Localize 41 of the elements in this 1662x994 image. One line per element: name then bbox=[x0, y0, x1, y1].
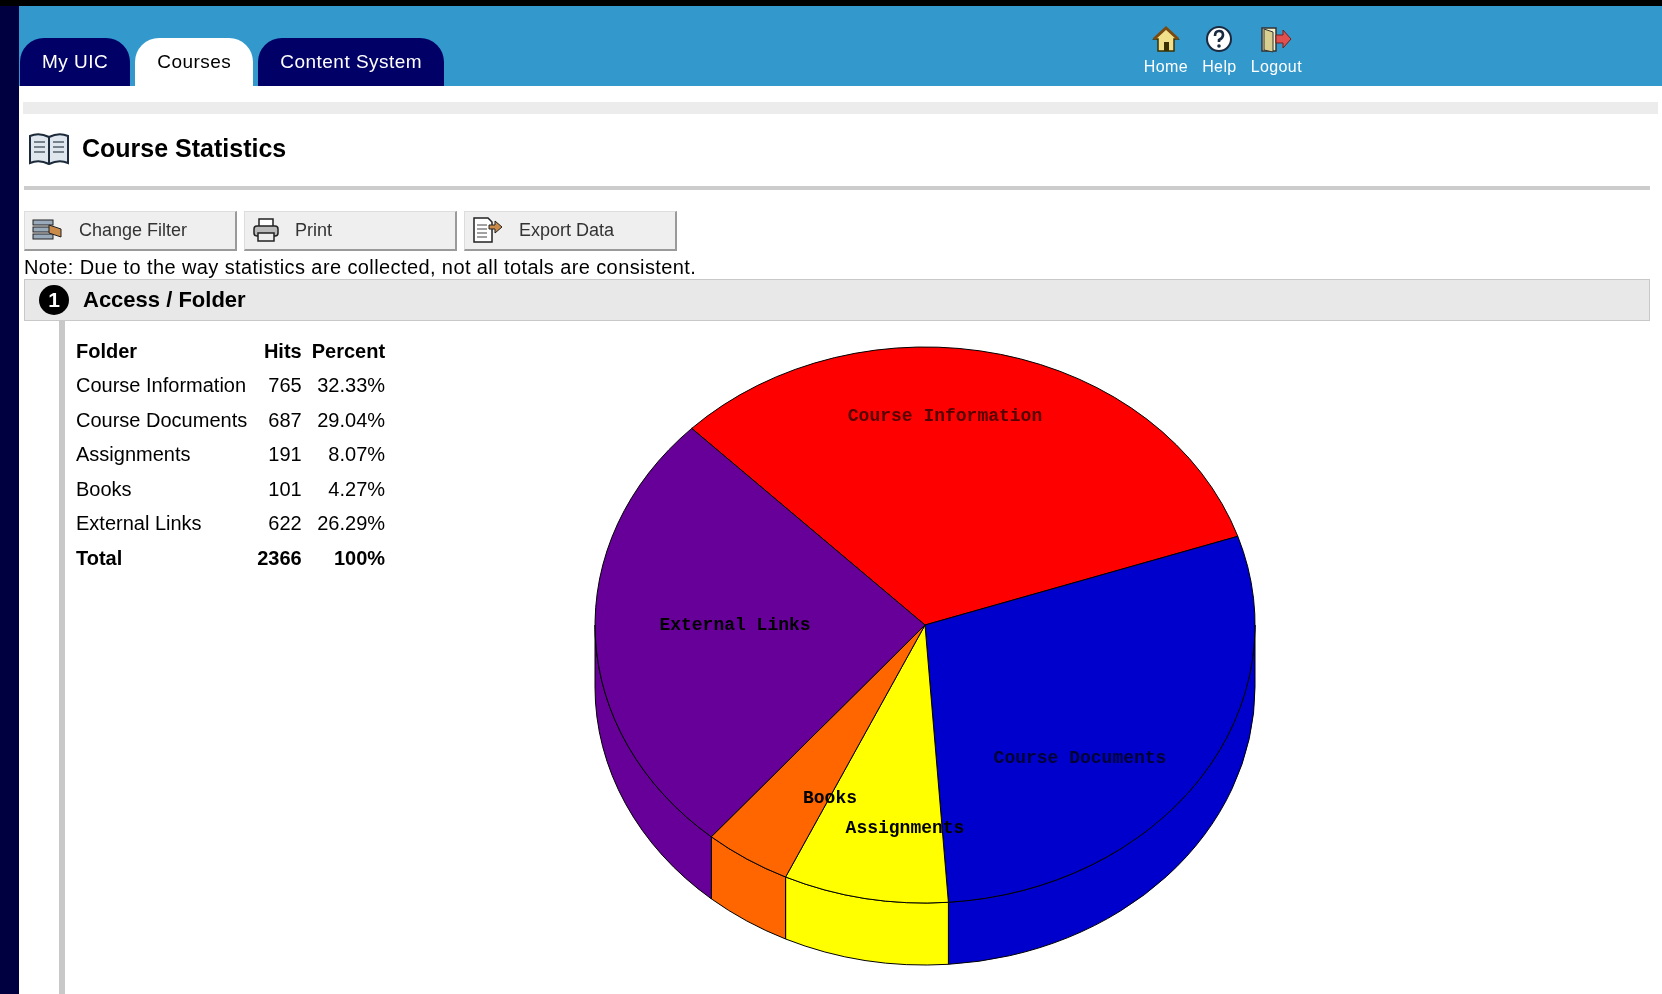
toolbar-button[interactable]: Print bbox=[244, 210, 457, 251]
table-cell-text: Course Information bbox=[76, 373, 248, 398]
table-cell-text: 687 bbox=[267, 407, 302, 433]
export-icon bbox=[471, 216, 505, 244]
tab[interactable]: My UIC bbox=[20, 38, 131, 86]
table-cell-text: 32.33% bbox=[316, 373, 386, 398]
total-cell-text: 2366 bbox=[257, 545, 302, 571]
column-header: Folder bbox=[76, 338, 139, 364]
table-cell-text: 101 bbox=[267, 476, 302, 502]
toolbar-button[interactable]: Change Filter bbox=[24, 210, 237, 251]
toolbar-button[interactable]: Export Data bbox=[464, 210, 677, 251]
section-title: Access / Folder bbox=[83, 286, 246, 314]
table-cell-text: 191 bbox=[267, 442, 302, 467]
total-cell-text: 100% bbox=[332, 545, 386, 571]
book-icon bbox=[28, 131, 70, 166]
table-cell-text: 29.04% bbox=[316, 407, 386, 433]
table-cell-text: 765 bbox=[267, 373, 302, 398]
table-cell-text: 4.27% bbox=[327, 476, 386, 502]
table-cell-text: External Links bbox=[76, 511, 203, 536]
slice-label: Course Documents bbox=[993, 747, 1167, 768]
table-cell-text: Assignments bbox=[76, 442, 192, 467]
table-cell-text: 8.07% bbox=[327, 442, 386, 467]
column-header: Hits bbox=[262, 338, 302, 364]
slice-label: Course Information bbox=[847, 405, 1043, 426]
tab[interactable]: Courses bbox=[135, 38, 254, 86]
house-icon bbox=[1151, 25, 1181, 53]
table-cell-text: 622 bbox=[267, 511, 302, 536]
column-header: Percent bbox=[311, 338, 386, 364]
note-text: Note: Due to the way statistics are collected, not all totals are consistent. bbox=[24, 254, 698, 279]
tab[interactable]: Content System bbox=[258, 38, 445, 86]
total-cell-text: Total bbox=[76, 545, 124, 571]
table-cell-text: 26.29% bbox=[316, 511, 386, 536]
filter-icon bbox=[31, 217, 65, 243]
help-icon bbox=[1205, 25, 1234, 53]
slice-label: External Links bbox=[659, 614, 811, 635]
page-title: Course Statistics bbox=[82, 133, 287, 164]
step-number: 1 bbox=[39, 284, 69, 315]
door-arrow-icon bbox=[1259, 25, 1294, 53]
printer-icon bbox=[251, 217, 281, 243]
table-cell-text: Course Documents bbox=[76, 407, 248, 433]
table-cell-text: Books bbox=[76, 476, 133, 502]
